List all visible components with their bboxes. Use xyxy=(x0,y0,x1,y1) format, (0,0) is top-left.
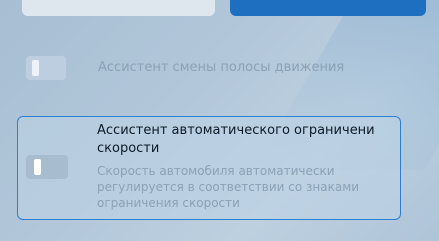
speed-limit-assist-description: Скорость автомобиля автоматически регули… xyxy=(97,164,360,210)
toggle-knob xyxy=(32,60,39,76)
setting-row-lane-change-assist[interactable]: Ассистент смены полосы движения xyxy=(22,52,402,86)
primary-button[interactable] xyxy=(230,0,426,16)
setting-row-speed-limit-assist[interactable]: Ассистент автоматического ограничени ско… xyxy=(17,116,401,220)
toggle-knob xyxy=(34,159,41,175)
top-button-bar xyxy=(0,0,439,22)
speed-limit-assist-toggle[interactable] xyxy=(26,155,68,179)
speed-limit-assist-title: Ассистент автоматического ограничени ско… xyxy=(97,123,375,156)
lane-change-assist-label: Ассистент смены полосы движения xyxy=(98,60,345,75)
lane-change-assist-toggle[interactable] xyxy=(26,56,66,80)
secondary-button[interactable] xyxy=(22,0,215,16)
